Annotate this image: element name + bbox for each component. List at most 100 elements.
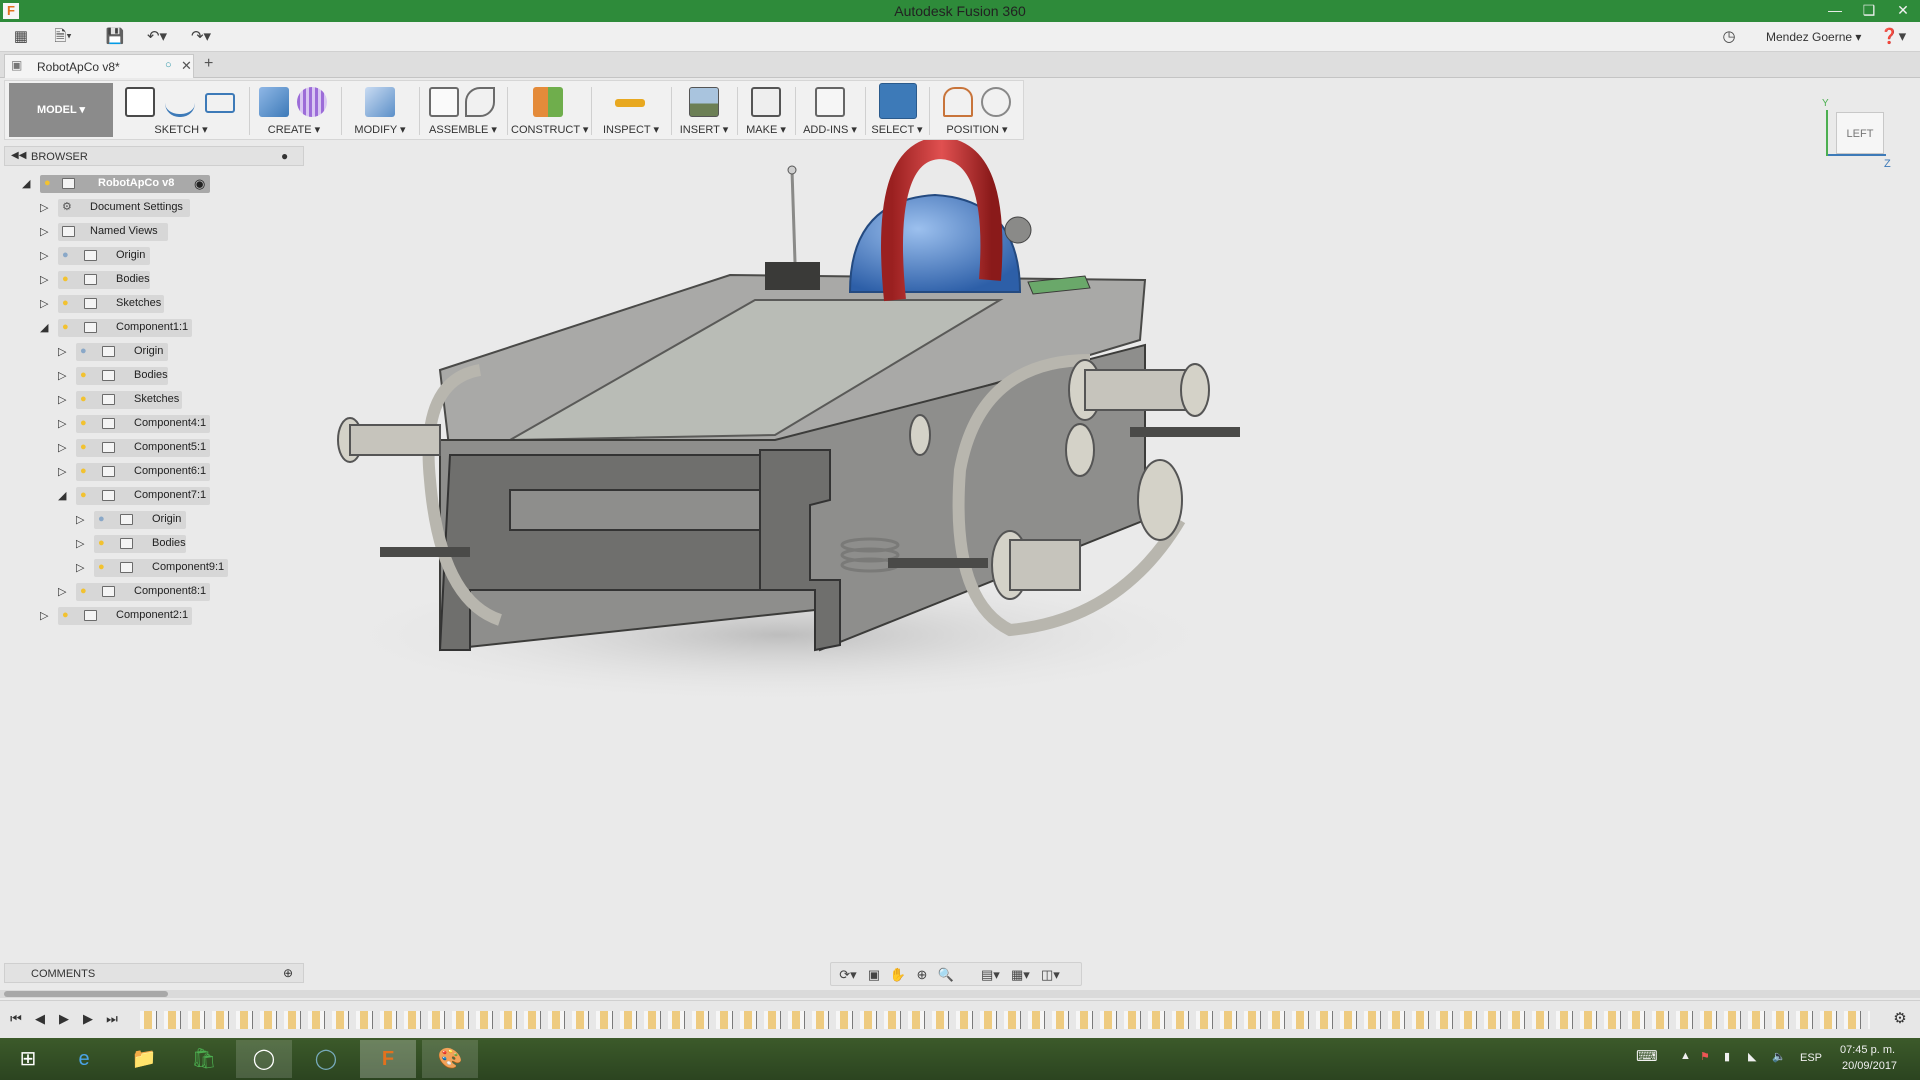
joint-icon[interactable] (465, 87, 495, 117)
orbit-icon[interactable]: ⟳▾ (839, 966, 857, 984)
tree-item-origin[interactable]: ▷ ● Origin (40, 247, 240, 265)
minimize-icon[interactable]: — (1818, 0, 1852, 22)
construct-group[interactable]: CONSTRUCT ▾ (511, 81, 588, 139)
timeline-first-icon[interactable]: ⏮ (8, 1011, 24, 1027)
grid-settings-icon[interactable]: ▦▾ (1011, 966, 1030, 984)
add-comment-icon[interactable]: ⊕ (283, 966, 293, 980)
collapsed-triangle-icon[interactable]: ▷ (58, 393, 70, 407)
visibility-bulb-icon[interactable]: ● (98, 561, 108, 573)
tree-item-component5[interactable]: ▷ ● Component5:1 (58, 439, 248, 457)
create-group[interactable]: CREATE ▾ (253, 81, 335, 139)
tree-item-document-settings[interactable]: ▷ ⚙ Document Settings (40, 199, 240, 217)
tree-item-bodies[interactable]: ▷ ● Bodies (40, 271, 240, 289)
tree-item-sketches[interactable]: ▷ ● Sketches (40, 295, 240, 313)
offset-plane-icon[interactable] (533, 87, 563, 117)
user-account-menu[interactable]: Mendez Goerne ▾ (1766, 30, 1861, 44)
zoom-window-icon[interactable]: 🔍▾ (937, 966, 955, 1000)
insert-image-icon[interactable] (689, 87, 719, 117)
activate-radio-icon[interactable]: ◉ (194, 176, 205, 192)
timeline-last-icon[interactable]: ⏭ (104, 1011, 120, 1027)
measure-icon[interactable] (615, 99, 645, 107)
fusion-taskbar-icon[interactable]: F (360, 1040, 416, 1078)
tree-item-component8[interactable]: ▷ ● Component8:1 (58, 583, 248, 601)
internet-explorer-icon[interactable]: e (56, 1040, 112, 1078)
redo-icon[interactable]: ↷▾ (190, 27, 212, 47)
create-sketch-icon[interactable] (125, 87, 155, 117)
timeline-next-icon[interactable]: ▶ (80, 1011, 96, 1027)
close-tab-icon[interactable]: ✕ (181, 58, 192, 74)
make-group[interactable]: MAKE ▾ (741, 81, 791, 139)
data-panel-grid-icon[interactable]: ▦ (10, 27, 32, 47)
collapsed-triangle-icon[interactable]: ▷ (40, 273, 52, 287)
file-menu-icon[interactable]: 🗎▾ (52, 27, 74, 47)
visibility-bulb-icon[interactable]: ● (62, 609, 72, 621)
windows-start-icon[interactable]: ⊞ (0, 1040, 56, 1078)
timeline-prev-icon[interactable]: ◀ (32, 1011, 48, 1027)
tree-item-origin[interactable]: ▷ ● Origin (76, 511, 256, 529)
visibility-bulb-icon[interactable]: ● (62, 297, 72, 309)
file-explorer-icon[interactable]: 📁 (116, 1040, 172, 1078)
tree-item-named-views[interactable]: ▷ Named Views (40, 223, 240, 241)
restore-icon[interactable]: ❑ (1852, 0, 1886, 22)
new-tab-icon[interactable]: + (204, 55, 213, 73)
visibility-bulb-icon[interactable]: ● (80, 393, 90, 405)
expanded-triangle-icon[interactable]: ◢ (40, 321, 52, 335)
visibility-bulb-icon[interactable]: ● (80, 465, 90, 477)
scripts-addins-icon[interactable] (815, 87, 845, 117)
collapsed-triangle-icon[interactable]: ▷ (58, 441, 70, 455)
visibility-bulb-icon[interactable]: ● (44, 177, 54, 189)
collapsed-triangle-icon[interactable]: ▷ (58, 369, 70, 383)
tree-item-component2[interactable]: ▷ ● Component2:1 (40, 607, 240, 625)
select-group[interactable]: SELECT ▾ (869, 81, 925, 139)
collapsed-triangle-icon[interactable]: ▷ (76, 513, 88, 527)
select-icon[interactable] (879, 83, 917, 119)
new-component-icon[interactable] (429, 87, 459, 117)
inspect-group[interactable]: INSPECT ▾ (595, 81, 667, 139)
form-icon[interactable] (297, 87, 327, 117)
collapsed-triangle-icon[interactable]: ▷ (40, 249, 52, 263)
browser-pin-icon[interactable]: ● (281, 149, 288, 163)
viewports-icon[interactable]: ◫▾ (1041, 966, 1060, 984)
collapsed-triangle-icon[interactable]: ▷ (58, 585, 70, 599)
clock-time[interactable]: 07:45 p. m. (1840, 1044, 1895, 1056)
collapsed-triangle-icon[interactable]: ▷ (40, 225, 52, 239)
keyboard-icon[interactable]: ⌨ (1636, 1047, 1658, 1065)
display-settings-icon[interactable]: ▤▾ (981, 966, 1000, 984)
visibility-bulb-icon[interactable]: ● (80, 417, 90, 429)
visibility-bulb-icon[interactable]: ● (80, 345, 90, 357)
visibility-bulb-icon[interactable]: ● (62, 249, 72, 261)
chrome-secondary-icon[interactable]: ◯ (298, 1040, 354, 1078)
volume-icon[interactable]: 🔈 (1772, 1050, 1786, 1063)
collapsed-triangle-icon[interactable]: ▷ (76, 537, 88, 551)
visibility-bulb-icon[interactable]: ● (62, 273, 72, 285)
revert-position-icon[interactable] (981, 87, 1011, 117)
battery-icon[interactable]: ▮ (1724, 1050, 1730, 1063)
assemble-group[interactable]: ASSEMBLE ▾ (423, 81, 503, 139)
tree-item-bodies[interactable]: ▷ ● Bodies (76, 535, 256, 553)
visibility-bulb-icon[interactable]: ● (98, 513, 108, 525)
tree-item-component4[interactable]: ▷ ● Component4:1 (58, 415, 248, 433)
visibility-bulb-icon[interactable]: ● (62, 321, 72, 333)
position-group[interactable]: POSITION ▾ (933, 81, 1021, 139)
workspace-switcher[interactable]: MODEL ▾ (9, 83, 113, 137)
expanded-triangle-icon[interactable]: ◢ (22, 177, 34, 191)
help-icon[interactable]: ❓▾ (1880, 27, 1906, 47)
visibility-bulb-icon[interactable]: ● (98, 537, 108, 549)
tree-item-root[interactable]: ◢ ● RobotApCo v8 ◉ (22, 175, 242, 193)
collapsed-triangle-icon[interactable]: ▷ (58, 345, 70, 359)
document-tab[interactable]: ▣ RobotApCo v8* ○ ✕ (4, 54, 194, 78)
modify-group[interactable]: MODIFY ▾ (345, 81, 415, 139)
tree-item-component6[interactable]: ▷ ● Component6:1 (58, 463, 248, 481)
scrollbar-thumb[interactable] (4, 991, 168, 997)
collapsed-triangle-icon[interactable]: ▷ (58, 465, 70, 479)
sketch-group[interactable]: SKETCH ▾ (117, 81, 245, 139)
job-status-clock-icon[interactable]: ◷ (1718, 27, 1740, 47)
press-pull-icon[interactable] (365, 87, 395, 117)
tree-item-origin[interactable]: ▷ ● Origin (58, 343, 248, 361)
capture-position-icon[interactable] (943, 87, 973, 117)
store-icon[interactable]: 🛍 (176, 1040, 232, 1078)
add-ins-group[interactable]: ADD-INS ▾ (799, 81, 861, 139)
timeline-settings-gear-icon[interactable]: ⚙ (1892, 1011, 1908, 1027)
visibility-bulb-icon[interactable]: ● (80, 369, 90, 381)
tree-item-bodies[interactable]: ▷ ● Bodies (58, 367, 248, 385)
